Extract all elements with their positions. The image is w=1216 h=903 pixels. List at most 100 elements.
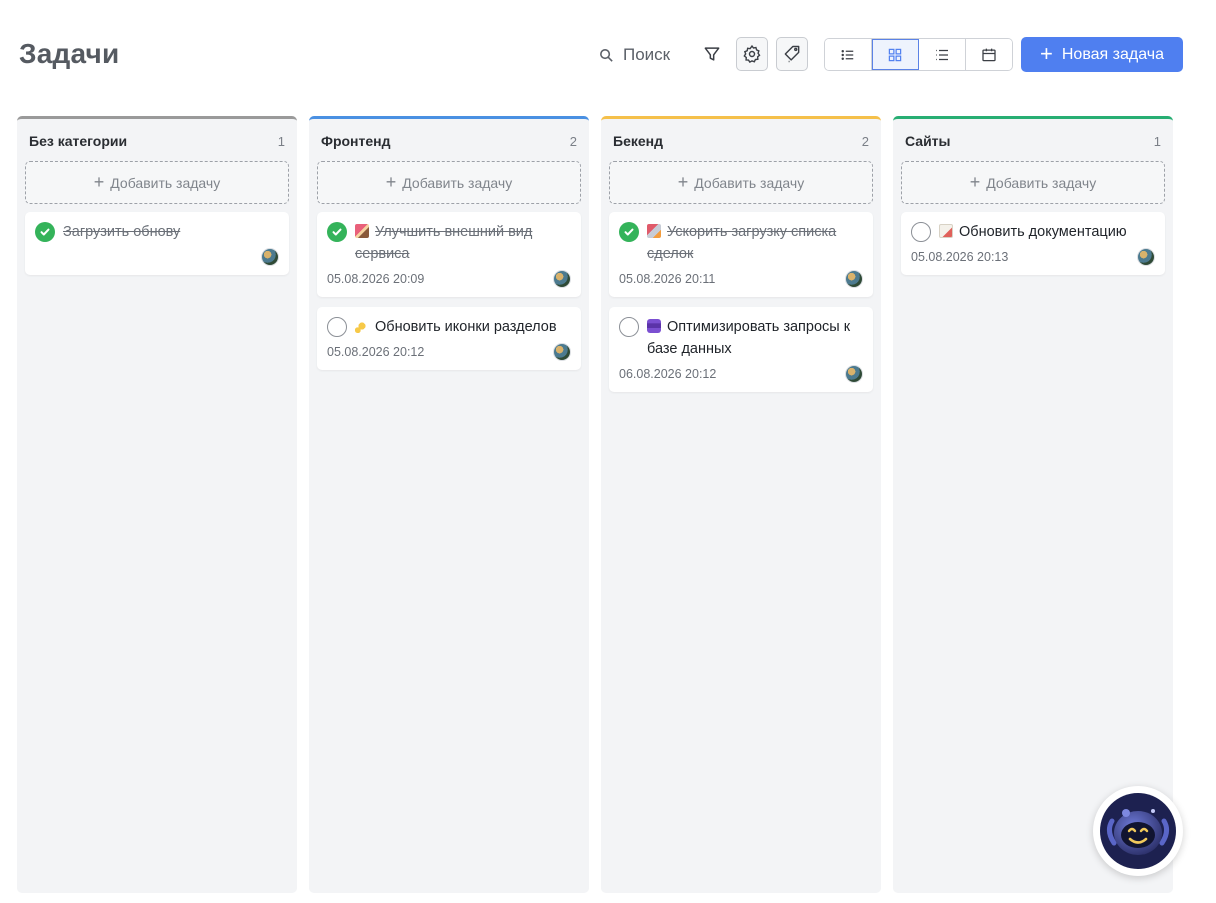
checkmark-icon bbox=[624, 228, 634, 236]
column-header: Фронтенд 2 bbox=[309, 121, 589, 161]
new-task-label: Новая задача bbox=[1061, 45, 1164, 63]
board-column: Без категории 1 + Добавить задачу Загрузить … bbox=[17, 116, 297, 893]
list-view-button[interactable] bbox=[825, 39, 872, 70]
toolbar: Поиск + Новая задача bbox=[0, 37, 1216, 73]
board-view-icon bbox=[888, 48, 902, 61]
task-title: Улучшить внешний вид сервиса bbox=[355, 221, 571, 265]
plus-icon: + bbox=[93, 171, 105, 192]
task-title-text: Оптимизировать запросы к базе данных bbox=[647, 319, 851, 357]
plus-icon: + bbox=[677, 171, 689, 192]
column-title: Сайты bbox=[905, 133, 951, 149]
card-list: Ускорить загрузку списка сделок 05.08.202… bbox=[609, 212, 873, 392]
memo-icon bbox=[939, 224, 953, 238]
column-count: 2 bbox=[861, 133, 869, 149]
column-count: 1 bbox=[277, 133, 285, 149]
avatar bbox=[845, 365, 863, 383]
plus-icon: + bbox=[969, 171, 981, 192]
board-column: Фронтенд 2 + Добавить задачу Улучшить внешни… bbox=[309, 116, 589, 893]
task-done-checkbox[interactable] bbox=[327, 222, 347, 242]
gear-icon bbox=[743, 44, 761, 64]
tags-button[interactable] bbox=[776, 37, 808, 71]
avatar bbox=[1137, 248, 1155, 266]
calendar-view-button[interactable] bbox=[966, 39, 1012, 70]
task-done-checkbox[interactable] bbox=[619, 222, 639, 242]
kanban-board: Без категории 1 + Добавить задачу Загрузить … bbox=[17, 116, 1173, 893]
search-button[interactable]: Поиск bbox=[598, 37, 670, 73]
avatar bbox=[553, 343, 571, 361]
avatar bbox=[553, 270, 571, 288]
task-date: 05.08.2026 20:13 bbox=[911, 250, 1009, 264]
card-list: Загрузить обнову bbox=[25, 212, 289, 275]
calendar-view-icon bbox=[982, 48, 996, 61]
robot-assistant-icon bbox=[1100, 793, 1176, 869]
card-list: Обновить документацию 05.08.2026 20:13 bbox=[901, 212, 1165, 275]
board-column: Бекенд 2 + Добавить задачу Ускорить загрузку… bbox=[601, 116, 881, 893]
board-view-button[interactable] bbox=[872, 39, 919, 70]
list-view-icon bbox=[841, 49, 854, 60]
column-title: Без категории bbox=[29, 133, 128, 149]
task-title-text: Улучшить внешний вид сервиса bbox=[355, 224, 533, 262]
task-title-text: Загрузить обнову bbox=[63, 224, 181, 240]
plus-icon: + bbox=[385, 171, 397, 192]
filter-button[interactable] bbox=[696, 37, 728, 71]
column-header: Без категории 1 bbox=[17, 121, 297, 161]
avatar bbox=[845, 270, 863, 288]
task-card[interactable]: Ускорить загрузку списка сделок 05.08.202… bbox=[609, 212, 873, 297]
tag-icon bbox=[784, 45, 800, 63]
column-title: Фронтенд bbox=[321, 133, 391, 149]
task-date: 05.08.2026 20:11 bbox=[619, 272, 716, 286]
task-card[interactable]: Улучшить внешний вид сервиса 05.08.2026 2… bbox=[317, 212, 581, 297]
sparkles-icon bbox=[355, 319, 369, 333]
view-switcher bbox=[824, 38, 1013, 71]
task-title: Загрузить обнову bbox=[63, 221, 180, 243]
checkmark-icon bbox=[332, 228, 342, 236]
table-view-icon bbox=[936, 49, 948, 60]
task-title: Обновить иконки разделов bbox=[355, 316, 557, 338]
add-task-button[interactable]: + Добавить задачу bbox=[25, 161, 289, 204]
column-count: 1 bbox=[1153, 133, 1161, 149]
column-header: Сайты 1 bbox=[893, 121, 1173, 161]
add-task-button[interactable]: + Добавить задачу bbox=[901, 161, 1165, 204]
assistant-button[interactable] bbox=[1093, 786, 1183, 876]
filter-icon bbox=[704, 47, 720, 61]
card-list: Улучшить внешний вид сервиса 05.08.2026 2… bbox=[317, 212, 581, 370]
checkmark-icon bbox=[40, 228, 50, 236]
search-label: Поиск bbox=[623, 45, 671, 64]
task-card[interactable]: Обновить иконки разделов 05.08.2026 20:12 bbox=[317, 307, 581, 370]
column-header: Бекенд 2 bbox=[601, 121, 881, 161]
task-title: Ускорить загрузку списка сделок bbox=[647, 221, 863, 265]
plus-icon: + bbox=[1040, 40, 1053, 66]
task-title-text: Обновить документацию bbox=[959, 224, 1127, 240]
table-view-button[interactable] bbox=[919, 39, 966, 70]
task-date: 06.08.2026 20:12 bbox=[619, 367, 717, 381]
paintbrush-icon bbox=[355, 224, 369, 238]
board-column: Сайты 1 + Добавить задачу Обновить документа… bbox=[893, 116, 1173, 893]
task-card[interactable]: Обновить документацию 05.08.2026 20:13 bbox=[901, 212, 1165, 275]
add-task-button[interactable]: + Добавить задачу bbox=[317, 161, 581, 204]
task-title: Оптимизировать запросы к базе данных bbox=[647, 316, 863, 360]
database-icon bbox=[647, 319, 661, 333]
task-date: 05.08.2026 20:09 bbox=[327, 272, 425, 286]
task-card[interactable]: Оптимизировать запросы к базе данных 06.0… bbox=[609, 307, 873, 392]
rocket-icon bbox=[647, 224, 661, 238]
add-task-label: Добавить задачу bbox=[986, 174, 1097, 191]
new-task-button[interactable]: + Новая задача bbox=[1021, 37, 1183, 72]
task-title-text: Обновить иконки разделов bbox=[375, 319, 557, 335]
avatar bbox=[261, 248, 279, 266]
task-done-checkbox[interactable] bbox=[35, 222, 55, 242]
add-task-label: Добавить задачу bbox=[694, 174, 805, 191]
task-title-text: Ускорить загрузку списка сделок bbox=[647, 224, 837, 262]
search-icon bbox=[600, 48, 613, 62]
add-task-button[interactable]: + Добавить задачу bbox=[609, 161, 873, 204]
column-count: 2 bbox=[569, 133, 577, 149]
task-checkbox[interactable] bbox=[911, 222, 931, 242]
column-title: Бекенд bbox=[613, 133, 663, 149]
task-checkbox[interactable] bbox=[327, 317, 347, 337]
task-date: 05.08.2026 20:12 bbox=[327, 345, 425, 359]
add-task-label: Добавить задачу bbox=[402, 174, 513, 191]
task-title: Обновить документацию bbox=[939, 221, 1127, 243]
task-card[interactable]: Загрузить обнову bbox=[25, 212, 289, 275]
add-task-label: Добавить задачу bbox=[110, 174, 221, 191]
task-checkbox[interactable] bbox=[619, 317, 639, 337]
settings-button[interactable] bbox=[736, 37, 768, 71]
